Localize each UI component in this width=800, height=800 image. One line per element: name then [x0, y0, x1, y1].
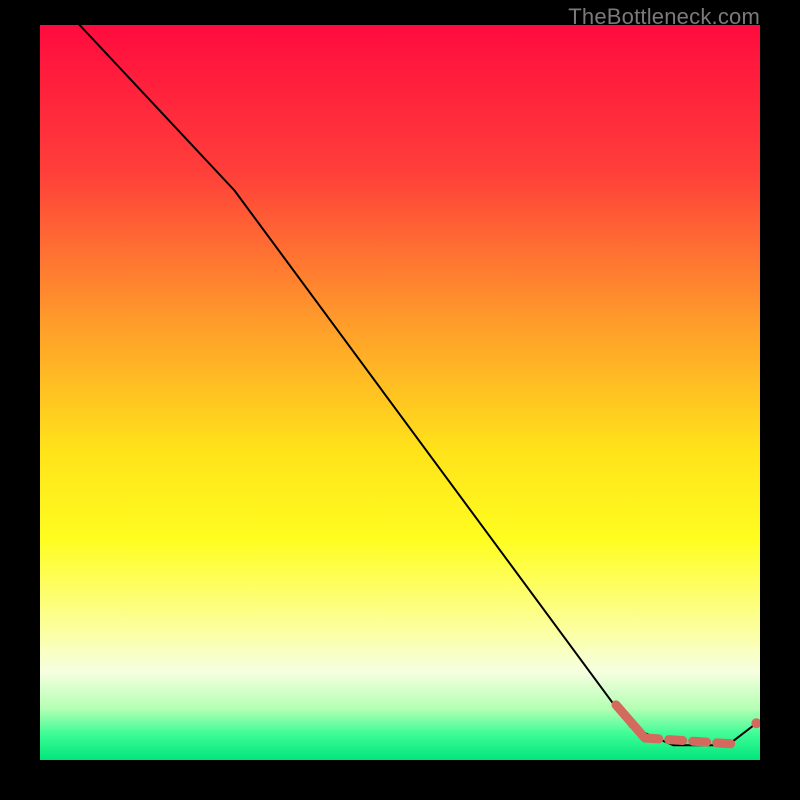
gradient-background: [40, 25, 760, 760]
bottleneck-chart: [40, 25, 760, 760]
chart-frame: TheBottleneck.com: [0, 0, 800, 800]
